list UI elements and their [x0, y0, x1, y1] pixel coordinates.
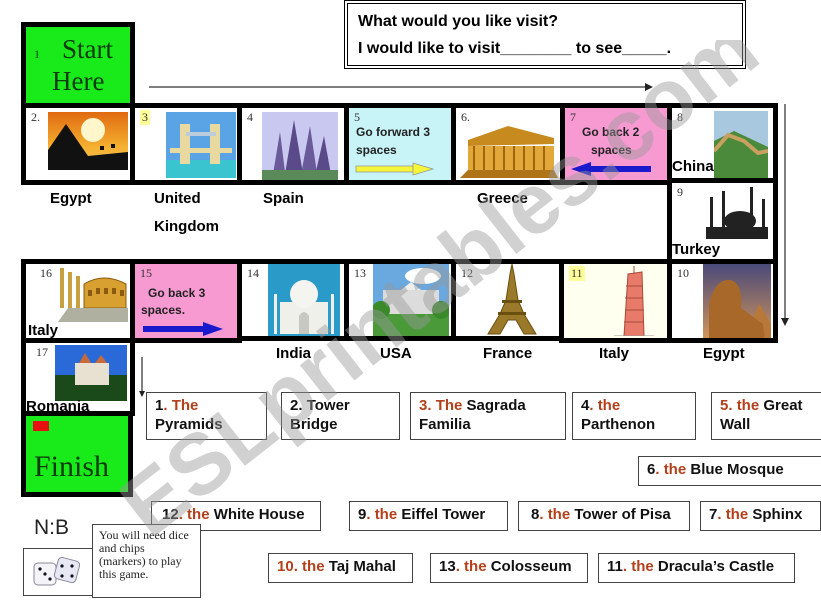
direction-arrow-down: [781, 104, 789, 326]
sagrada-familia-image: [262, 112, 338, 180]
draculas-castle-image: [55, 345, 127, 401]
country-label: Turkey: [672, 241, 721, 258]
note-label: N:B: [34, 516, 70, 539]
board-square-13[interactable]: 13: [344, 259, 456, 341]
action-text-line2: spaces: [591, 143, 632, 157]
arrow-right-icon: [143, 322, 223, 336]
answer-card[interactable]: 8. the Tower of Pisa: [518, 501, 690, 531]
country-label: Italy: [28, 322, 59, 339]
dice-box: [23, 548, 95, 596]
country-label: France: [483, 345, 533, 362]
country-label: Spain: [263, 190, 304, 207]
tower-bridge-image: [166, 112, 236, 178]
country-label-line2: Kingdom: [154, 218, 219, 235]
tower-of-pisa-image: [614, 266, 654, 336]
start-label-line2: Here: [52, 66, 105, 96]
board-square-4[interactable]: 4: [237, 103, 349, 185]
country-label: India: [276, 345, 312, 362]
country-label: Italy: [599, 345, 630, 362]
board-square-8[interactable]: 8 China: [667, 103, 778, 183]
answer-card[interactable]: 6. the Blue Mosque: [638, 456, 821, 486]
country-label: Egypt: [50, 190, 92, 207]
sphinx-image: [703, 264, 771, 338]
board-square-12[interactable]: 12: [451, 259, 564, 341]
eiffel-tower-image: [487, 264, 537, 335]
board-square-2[interactable]: 2.: [21, 103, 135, 185]
answer-prompt: I would like to visit________ to see____…: [358, 40, 672, 57]
country-label: Greece: [477, 190, 528, 207]
board-square-9[interactable]: 9 Turkey: [667, 178, 778, 264]
colosseum-image: [58, 268, 128, 322]
answer-card[interactable]: 3. The Sagrada Familia: [410, 392, 566, 440]
action-text-line2: spaces: [356, 143, 397, 157]
question-box: What would you like visit? I would like …: [344, 0, 746, 69]
answer-card[interactable]: 7. the Sphinx: [700, 501, 821, 531]
board-square-7-go-back[interactable]: 7 Go back 2 spaces: [560, 103, 672, 185]
answer-card[interactable]: 2. Tower Bridge: [281, 392, 400, 440]
direction-arrow-right: [149, 83, 653, 91]
board-square-3[interactable]: 3: [130, 103, 242, 185]
pyramids-sunset-image: [48, 112, 128, 170]
board-square-14[interactable]: 14: [237, 259, 349, 341]
country-label: United: [154, 190, 201, 207]
board-square-16[interactable]: 16 Italy: [21, 259, 135, 343]
finish-square[interactable]: Finish: [21, 411, 133, 497]
question-text: What would you like visit?: [358, 13, 559, 30]
answer-card[interactable]: 1. The Pyramids: [146, 392, 267, 440]
white-house-image: [373, 264, 449, 336]
note-text-box: You will need dice and chips (markers) t…: [92, 524, 201, 598]
great-wall-image: [714, 111, 768, 178]
board-square-11[interactable]: 11: [559, 259, 672, 343]
country-label: China: [672, 158, 714, 175]
dice-icon: [33, 557, 81, 586]
country-label: USA: [380, 345, 412, 362]
board-square-15-go-back[interactable]: 15 Go back 3 spaces.: [130, 259, 242, 343]
action-text: Go forward 3: [356, 125, 431, 139]
answer-card[interactable]: 4. the Parthenon: [572, 392, 696, 440]
arrow-right-icon: [355, 162, 435, 176]
answer-card[interactable]: 10. the Taj Mahal: [268, 553, 413, 583]
start-square[interactable]: 1 Start Here: [21, 22, 135, 108]
start-label: Start: [62, 34, 113, 64]
board-square-17[interactable]: 17 Romania: [21, 338, 135, 416]
blue-mosque-image: [706, 187, 768, 239]
board-square-10[interactable]: 10: [667, 259, 778, 343]
board-square-6[interactable]: 6.: [451, 103, 565, 185]
answer-card[interactable]: 13. the Colosseum: [430, 553, 588, 583]
note-text: You will need dice and chips (markers) t…: [99, 528, 189, 581]
action-text: Go back 2: [582, 125, 640, 139]
answer-card[interactable]: 9. the Eiffel Tower: [349, 501, 508, 531]
parthenon-image: [460, 126, 558, 178]
board-square-5-go-forward[interactable]: 5 Go forward 3 spaces: [344, 103, 456, 185]
arrow-left-icon: [571, 162, 651, 176]
answer-card[interactable]: 5. the Great Wall: [711, 392, 821, 440]
marker-icon: [33, 421, 49, 431]
action-text: Go back 3: [148, 286, 206, 300]
country-label: Egypt: [703, 345, 745, 362]
answer-card[interactable]: 11. the Dracula’s Castle: [598, 553, 795, 583]
action-text-line2: spaces.: [141, 303, 186, 317]
taj-mahal-image: [268, 264, 340, 336]
finish-label: Finish: [34, 450, 110, 483]
